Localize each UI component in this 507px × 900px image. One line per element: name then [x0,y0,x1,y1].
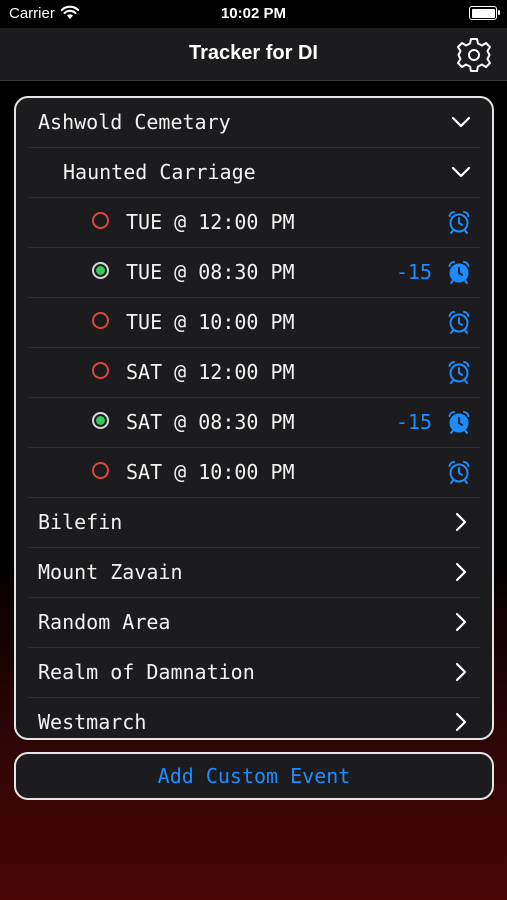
group-westmarch[interactable]: Westmarch [28,698,480,738]
check-circle-icon[interactable] [92,262,109,279]
status-bar: Carrier 10:02 PM [0,0,507,28]
event-list: Ashwold Cemetary Haunted Carriage TUE @ … [14,96,494,740]
group-bilefin[interactable]: Bilefin [28,498,480,548]
reminder-offset: -15 [395,260,432,284]
status-circle-icon[interactable] [92,312,109,329]
subgroup-label: Haunted Carriage [63,160,256,184]
gear-icon[interactable] [455,36,493,74]
group-mount-zavain[interactable]: Mount Zavain [28,548,480,598]
event-time: TUE @ 08:30 PM [126,260,295,284]
alarm-clock-icon[interactable] [446,209,472,235]
status-circle-icon[interactable] [92,462,109,479]
alarm-clock-icon[interactable] [446,359,472,385]
check-circle-icon[interactable] [92,412,109,429]
subgroup-haunted-carriage[interactable]: Haunted Carriage [28,148,480,198]
chevron-right-icon [455,712,467,732]
event-row[interactable]: TUE @ 08:30 PM -15 [28,248,480,298]
chevron-down-icon [451,166,471,178]
event-time: TUE @ 12:00 PM [126,210,295,234]
event-row[interactable]: SAT @ 08:30 PM -15 [28,398,480,448]
group-label: Ashwold Cemetary [38,110,231,134]
alarm-clock-icon[interactable] [446,459,472,485]
page-title: Tracker for DI [189,42,318,64]
alarm-clock-filled-icon[interactable] [446,409,472,435]
group-realm-of-damnation[interactable]: Realm of Damnation [28,648,480,698]
group-label: Westmarch [38,710,147,734]
event-row[interactable]: SAT @ 10:00 PM [28,448,480,498]
event-time: SAT @ 12:00 PM [126,360,295,384]
group-random-area[interactable]: Random Area [28,598,480,648]
event-time: TUE @ 10:00 PM [126,310,295,334]
chevron-down-icon [451,116,471,128]
add-custom-event-button[interactable]: Add Custom Event [14,752,494,800]
alarm-clock-icon[interactable] [446,309,472,335]
navigation-bar: Tracker for DI [0,28,507,81]
event-time: SAT @ 08:30 PM [126,410,295,434]
chevron-right-icon [455,562,467,582]
event-time: SAT @ 10:00 PM [126,460,295,484]
group-label: Random Area [38,610,171,634]
group-ashwold-cemetary[interactable]: Ashwold Cemetary [28,98,480,148]
event-row[interactable]: SAT @ 12:00 PM [28,348,480,398]
status-circle-icon[interactable] [92,212,109,229]
alarm-clock-filled-icon[interactable] [446,259,472,285]
clock: 10:02 PM [220,5,287,22]
event-row[interactable]: TUE @ 10:00 PM [28,298,480,348]
group-label: Bilefin [38,510,123,534]
group-label: Realm of Damnation [38,660,255,684]
group-label: Mount Zavain [38,560,183,584]
status-circle-icon[interactable] [92,362,109,379]
event-row[interactable]: TUE @ 12:00 PM [28,198,480,248]
battery-icon [469,6,500,20]
chevron-right-icon [455,512,467,532]
chevron-right-icon [455,662,467,682]
reminder-offset: -15 [395,410,432,434]
chevron-right-icon [455,612,467,632]
